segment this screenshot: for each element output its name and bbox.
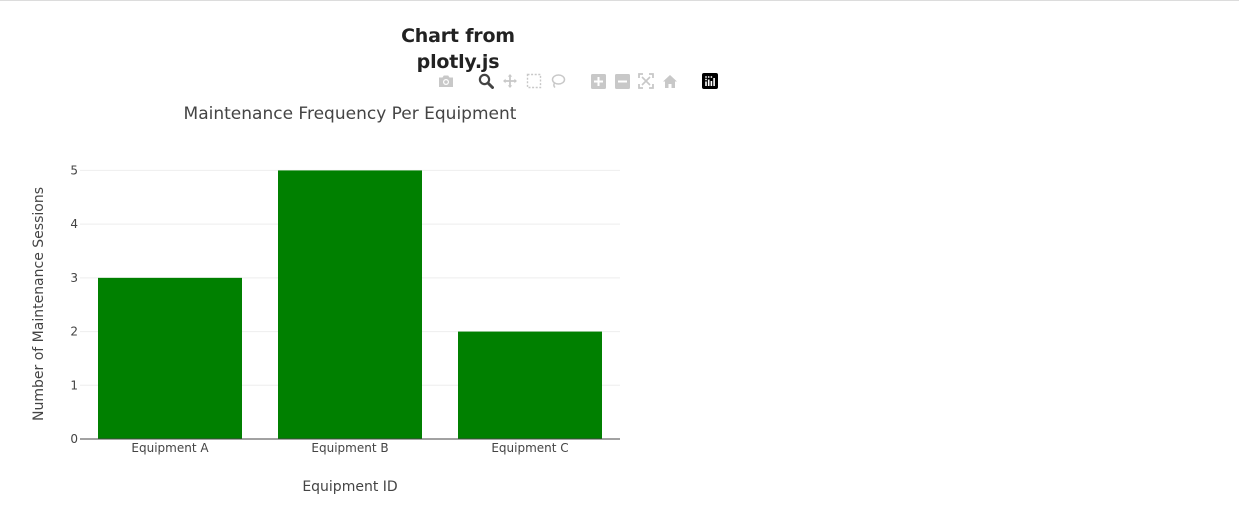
y-tick-label: 2: [70, 325, 78, 339]
reset-axes-button[interactable]: [658, 70, 682, 92]
autoscale-icon: [638, 73, 654, 89]
reset-axes-icon: [663, 74, 677, 88]
y-tick-label: 5: [70, 163, 78, 177]
bar-equipment-b[interactable]: [278, 170, 422, 439]
x-axis-title: Equipment ID: [302, 479, 397, 495]
y-tick-labels: 0 1 2 3 4 5: [70, 163, 78, 446]
pan-button[interactable]: [498, 70, 522, 92]
box-select-button[interactable]: [522, 70, 546, 92]
autoscale-button[interactable]: [634, 70, 658, 92]
y-tick-label: 3: [70, 271, 78, 285]
lasso-select-icon: [551, 74, 566, 89]
box-select-icon: [526, 73, 542, 89]
plotly-logo-link[interactable]: [698, 70, 722, 92]
chart-modebar: [434, 70, 722, 92]
chart-title: Maintenance Frequency Per Equipment: [184, 104, 517, 124]
top-divider: [0, 0, 1239, 1]
zoom-button[interactable]: [474, 70, 498, 92]
bar-equipment-c[interactable]: [458, 331, 602, 439]
pan-icon: [503, 74, 517, 88]
y-axis-title: Number of Maintenance Sessions: [31, 187, 47, 421]
zoom-out-button[interactable]: [610, 70, 634, 92]
x-tick-label: Equipment C: [491, 441, 568, 455]
plotly-logo-icon: [702, 73, 718, 89]
download-png-button[interactable]: [434, 70, 458, 92]
page-title: Chart from plotly.js: [401, 25, 515, 73]
zoom-out-icon: [614, 73, 630, 89]
y-tick-label: 1: [70, 378, 78, 392]
y-tick-label: 0: [70, 432, 78, 446]
lasso-select-button[interactable]: [546, 70, 570, 92]
x-tick-label: Equipment B: [311, 441, 388, 455]
bars: [98, 170, 602, 439]
zoom-in-button[interactable]: [586, 70, 610, 92]
y-tick-label: 4: [70, 217, 78, 231]
zoom-in-icon: [590, 73, 606, 89]
bar-chart[interactable]: Maintenance Frequency Per Equipment 0 1 2 3…: [0, 95, 700, 524]
bar-equipment-a[interactable]: [98, 277, 242, 439]
x-tick-labels: Equipment A Equipment B Equipment C: [131, 441, 568, 455]
camera-icon: [439, 75, 453, 87]
zoom-icon: [478, 73, 494, 89]
chart-container: Maintenance Frequency Per Equipment 0 1 2 3…: [0, 95, 700, 524]
x-tick-label: Equipment A: [131, 441, 209, 455]
